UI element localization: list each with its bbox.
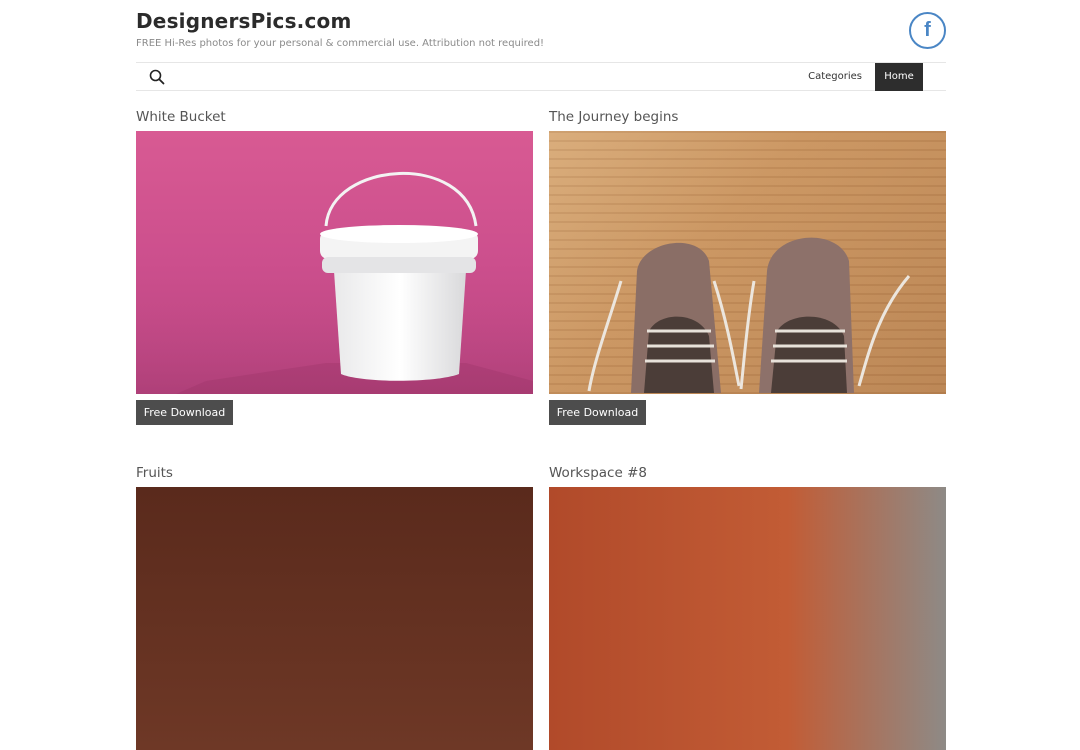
post-title[interactable]: Workspace #8 [549,465,647,481]
fruits-photo[interactable] [136,487,533,750]
main-navbar: Categories Home [136,62,946,91]
nav-item-home[interactable]: Home [875,63,923,91]
site-tagline: FREE Hi-Res photos for your personal & c… [136,38,545,49]
post-title[interactable]: Fruits [136,465,173,481]
white-bucket-illustration [136,171,533,394]
facebook-icon[interactable]: f [909,12,946,49]
workspace-photo[interactable] [549,487,946,750]
site-title[interactable]: DesignersPics.com [136,9,352,33]
free-download-button[interactable]: Free Download [136,400,233,425]
free-download-button[interactable]: Free Download [549,400,646,425]
site-container: DesignersPics.com FREE Hi-Res photos for… [136,0,946,750]
search-icon[interactable] [148,68,166,86]
white-bucket-photo[interactable] [136,131,533,394]
shoes-illustration [587,237,911,393]
post-title[interactable]: White Bucket [136,109,226,125]
shoes-photo[interactable] [549,131,946,394]
nav-item-categories[interactable]: Categories [808,63,862,90]
facebook-glyph: f [924,19,931,41]
post-title[interactable]: The Journey begins [549,109,678,125]
